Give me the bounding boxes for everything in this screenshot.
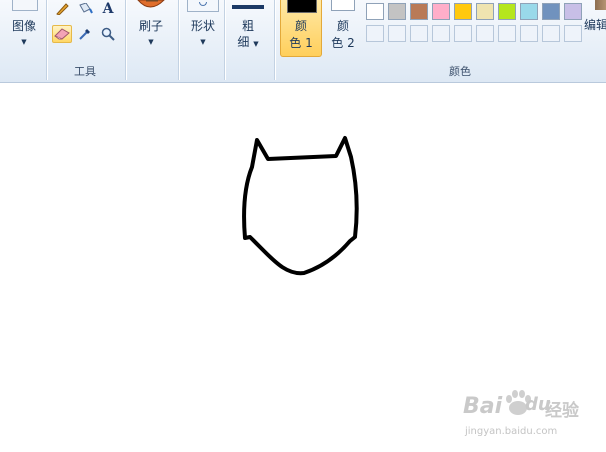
shapes-label: 形状 [190, 19, 215, 33]
watermark-cn: 经验 [545, 401, 579, 421]
color1-swatch [287, 0, 317, 13]
palette-swatch-empty[interactable] [520, 25, 538, 42]
palette-swatch[interactable] [498, 3, 516, 20]
palette-swatch[interactable] [454, 3, 472, 20]
color2-label-line2: 色 2 [331, 36, 355, 50]
watermark-url: jingyan.baidu.com [465, 426, 558, 437]
palette-swatch[interactable] [432, 3, 450, 20]
colors-group-label: 颜色 [449, 65, 471, 78]
eyedropper-icon [79, 29, 90, 40]
brush-icon [137, 0, 165, 8]
image-button[interactable]: 图像 ▼ [4, 0, 44, 78]
brush-label: 刷子 [138, 19, 163, 33]
image-icon [12, 0, 38, 11]
size-dropdown-icon: ▼ [253, 40, 259, 48]
palette-swatch[interactable] [410, 3, 428, 20]
palette-swatch[interactable] [476, 3, 494, 20]
palette-swatch-empty[interactable] [498, 25, 516, 42]
size-label-line2: 细 [237, 35, 250, 49]
palette-swatch-empty[interactable] [388, 25, 406, 42]
fill-tool[interactable] [75, 0, 95, 18]
baidu-watermark: Bai du 经验 jingyan.baidu.com [463, 386, 606, 452]
palette-swatch-empty[interactable] [476, 25, 494, 42]
palette-swatch-empty[interactable] [410, 25, 428, 42]
shapes-dropdown-icon: ▼ [200, 38, 206, 46]
pencil-tool[interactable] [52, 0, 72, 18]
palette-swatch[interactable] [564, 3, 582, 20]
edit-colors-button[interactable]: 编辑 [584, 0, 606, 40]
palette-swatch-empty[interactable] [454, 25, 472, 42]
text-tool[interactable]: A [98, 0, 118, 18]
bucket-icon [79, 3, 93, 14]
color1-label-line2: 色 1 [289, 36, 313, 50]
line-size-icon [232, 5, 264, 9]
color-picker-tool[interactable] [75, 25, 95, 43]
color2-button[interactable]: 颜 色 2 [325, 0, 361, 57]
brush-button[interactable]: 刷子 ▼ [130, 0, 172, 78]
tools-group-label: 工具 [74, 65, 96, 78]
eraser-icon [54, 28, 70, 40]
brush-dropdown-icon: ▼ [148, 38, 154, 46]
edit-colors-label: 编辑 [584, 18, 606, 32]
color1-button[interactable]: 颜 色 1 [280, 0, 322, 57]
shapes-button[interactable]: 形状 ▼ [183, 0, 223, 78]
image-dropdown-icon: ▼ [21, 38, 27, 46]
palette-swatch-empty[interactable] [542, 25, 560, 42]
magnifier-tool[interactable] [98, 25, 118, 43]
edit-colors-icon [595, 0, 606, 10]
shapes-icon [187, 0, 219, 12]
pencil-icon [56, 3, 69, 15]
magnifier-icon [101, 27, 115, 41]
palette-swatch-empty[interactable] [564, 25, 582, 42]
palette-swatch[interactable] [366, 3, 384, 20]
image-label: 图像 [11, 19, 36, 33]
ribbon: 图像 ▼ A 工具 刷子 ▼ 形状 ▼ 粗 细 ▼ 颜 色 1 颜 色 2 颜色… [0, 0, 606, 83]
palette-swatch[interactable] [388, 3, 406, 20]
size-button[interactable]: 粗 细 ▼ [228, 0, 268, 78]
color2-label-line1: 颜 [336, 19, 349, 33]
palette-swatch-empty[interactable] [366, 25, 384, 42]
color1-label-line1: 颜 [294, 19, 307, 33]
text-icon: A [102, 1, 114, 17]
palette-swatch-empty[interactable] [432, 25, 450, 42]
color2-swatch [331, 0, 355, 11]
palette-swatch[interactable] [542, 3, 560, 20]
palette-swatch[interactable] [520, 3, 538, 20]
size-label-line1: 粗 [241, 19, 254, 33]
eraser-tool[interactable] [52, 25, 72, 43]
watermark-brand: Bai [463, 394, 503, 419]
